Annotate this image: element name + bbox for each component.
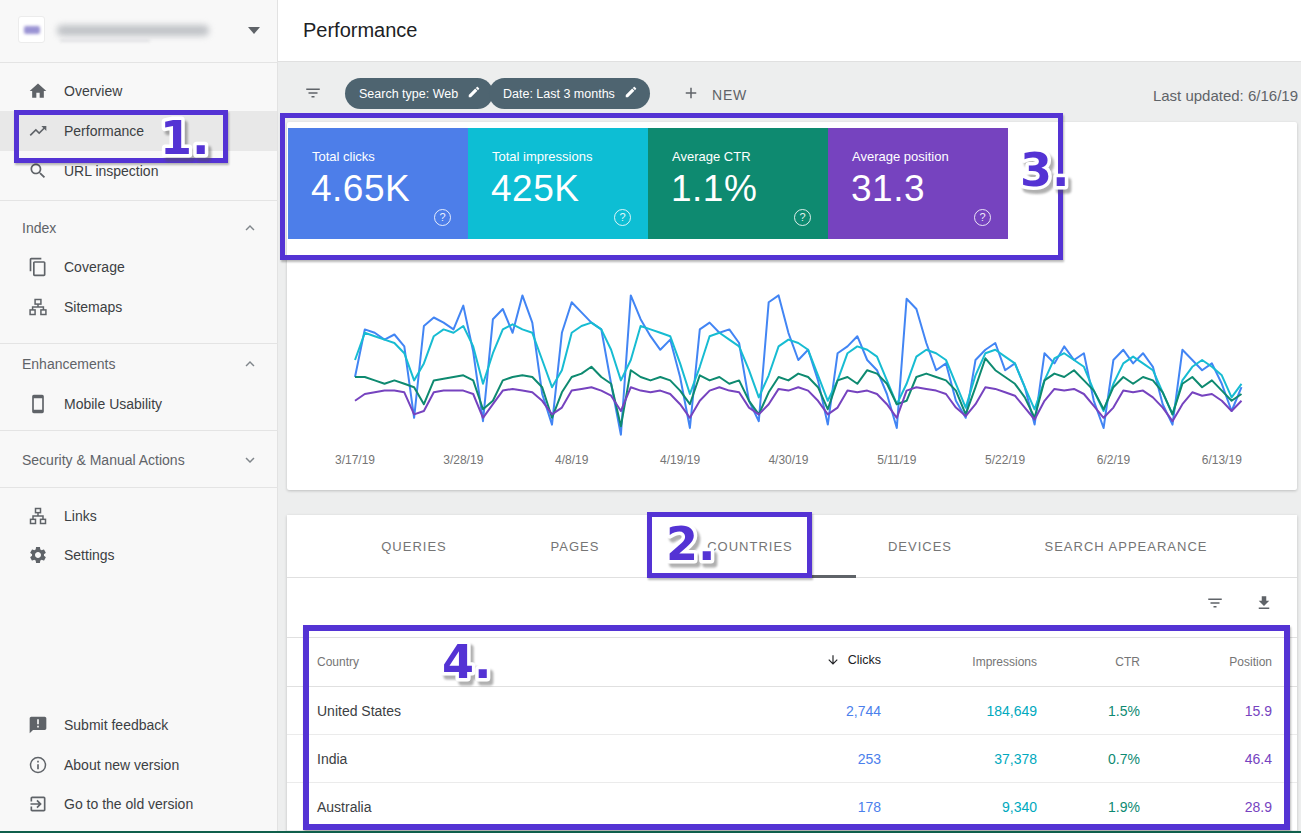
property-logo: [18, 16, 45, 43]
sidebar-item-label: Settings: [64, 547, 115, 563]
tab-devices[interactable]: DEVICES: [888, 539, 952, 554]
page-title: Performance: [303, 19, 418, 42]
x-axis-label: 6/2/19: [1097, 453, 1131, 467]
annotation-number-4: 4.: [434, 630, 514, 694]
tab-pages[interactable]: PAGES: [551, 539, 600, 554]
sidebar-item-label: URL inspection: [64, 163, 158, 179]
sidebar-section-index[interactable]: Index: [0, 208, 277, 248]
filter-icon[interactable]: [304, 84, 322, 106]
caret-down-icon[interactable]: [248, 27, 260, 34]
sidebar-item-mobile-usability[interactable]: Mobile Usability: [0, 384, 277, 424]
annotation-number-2: 2.: [658, 512, 738, 576]
sidebar-item-links[interactable]: Links: [0, 496, 277, 536]
annotation-box-3: [280, 113, 1063, 260]
tab-queries[interactable]: QUERIES: [381, 539, 447, 554]
sidebar-item-label: Submit feedback: [64, 717, 168, 733]
gear-icon: [28, 545, 48, 565]
sidebar-item-go-to-old-version[interactable]: Go to the old version: [0, 784, 277, 824]
chevron-down-icon[interactable]: [241, 451, 259, 469]
sidebar-item-label: Coverage: [64, 259, 125, 275]
edit-icon: [624, 85, 638, 102]
chevron-up-icon[interactable]: [241, 219, 259, 237]
sidebar-item-coverage[interactable]: Coverage: [0, 247, 277, 287]
chevron-up-icon[interactable]: [241, 355, 259, 373]
exit-icon: [28, 794, 48, 814]
pages-icon: [28, 257, 48, 277]
feedback-icon: [28, 715, 48, 735]
page-header: Performance: [278, 0, 1301, 62]
svg-text:2.: 2.: [666, 517, 715, 571]
x-axis-label: 4/19/19: [660, 453, 700, 467]
sitemap-icon: [28, 297, 48, 317]
performance-line-chart[interactable]: 3/17/19 3/28/19 4/8/19 4/19/19 4/30/19 5/11/1…: [287, 240, 1297, 490]
sidebar-item-label: Go to the old version: [64, 796, 193, 812]
edit-icon: [467, 85, 481, 102]
home-icon: [28, 81, 48, 101]
x-axis-label: 3/17/19: [335, 453, 375, 467]
date-chip[interactable]: Date: Last 3 months: [489, 78, 650, 109]
sidebar-item-label: About new version: [64, 757, 179, 773]
sidebar-item-label: Mobile Usability: [64, 396, 162, 412]
sidebar-item-label: Sitemaps: [64, 299, 122, 315]
new-filter-button[interactable]: NEW: [682, 84, 747, 106]
annotation-number-3: 3.: [1012, 138, 1092, 202]
svg-text:1.: 1.: [160, 111, 209, 165]
sidebar-item-about-new-version[interactable]: About new version: [0, 745, 277, 785]
last-updated-label: Last updated: 6/16/19: [1153, 87, 1298, 104]
search-icon: [28, 161, 48, 181]
annotation-number-1: 1.: [152, 108, 232, 170]
sidebar-item-label: Overview: [64, 83, 122, 99]
x-axis-label: 5/11/19: [877, 453, 916, 467]
svg-text:4.: 4.: [442, 635, 491, 689]
x-axis-label: 4/8/19: [555, 453, 589, 467]
sidebar-item-label: Links: [64, 508, 97, 524]
x-axis-label: 4/30/19: [768, 453, 808, 467]
tab-search-appearance[interactable]: SEARCH APPEARANCE: [1045, 539, 1208, 554]
x-axis-label: 5/22/19: [985, 453, 1025, 467]
sidebar-item-overview[interactable]: Overview: [0, 71, 277, 111]
sidebar-section-enhancements[interactable]: Enhancements: [0, 344, 277, 384]
smartphone-icon: [28, 394, 48, 414]
sidebar-section-security[interactable]: Security & Manual Actions: [0, 440, 277, 480]
svg-text:3.: 3.: [1020, 143, 1069, 197]
links-icon: [28, 506, 48, 526]
table-filter-icon[interactable]: [1206, 594, 1224, 612]
sidebar-item-settings[interactable]: Settings: [0, 535, 277, 575]
download-icon[interactable]: [1255, 594, 1273, 612]
search-type-chip[interactable]: Search type: Web: [345, 78, 493, 109]
plus-icon: [682, 84, 700, 106]
x-axis-label: 6/13/19: [1202, 453, 1242, 467]
x-axis-label: 3/28/19: [443, 453, 483, 467]
sidebar-item-submit-feedback[interactable]: Submit feedback: [0, 705, 277, 745]
property-domain-blurred: [57, 25, 209, 36]
info-icon: [28, 755, 48, 775]
sidebar-item-sitemaps[interactable]: Sitemaps: [0, 287, 277, 327]
